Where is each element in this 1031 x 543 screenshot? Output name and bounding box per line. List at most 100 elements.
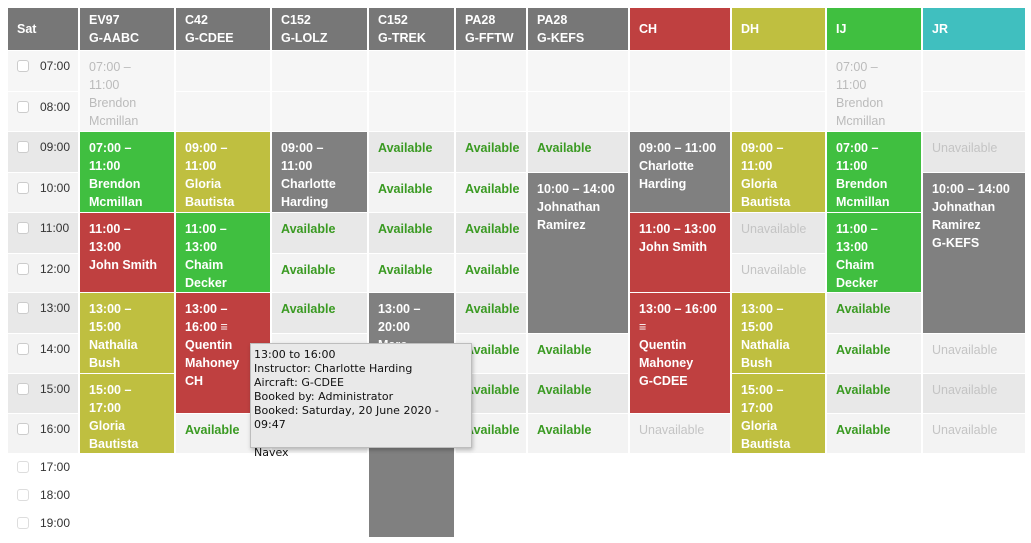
booking-block[interactable]: 09:00 – 11:00 Charlotte Harding [272,132,367,212]
empty-slot[interactable] [528,92,628,131]
time-slot-checkbox[interactable] [17,517,29,529]
available-slot[interactable]: Available [528,374,628,413]
empty-slot[interactable] [456,51,526,91]
cell-text: 11:00 – 13:00 [639,222,717,236]
empty-slot[interactable] [272,51,367,91]
booking-block[interactable]: 11:00 – 13:00 John Smith [630,213,730,292]
cell-text: 20:00 [378,320,410,334]
available-slot[interactable]: Available [456,213,526,253]
time-slot-checkbox[interactable] [17,461,29,473]
cell-text: 11:00 [89,159,121,173]
booking-block[interactable]: 11:00 – 13:00 John Smith [80,213,174,292]
available-slot[interactable]: Available [827,414,921,453]
booking-block[interactable]: 07:00 – 11:00 Brendon Mcmillan [827,132,921,212]
time-slot-checkbox[interactable] [17,383,29,395]
time-slot-checkbox[interactable] [17,222,29,234]
empty-slot[interactable] [272,92,367,131]
available-slot[interactable]: Available [369,254,454,292]
cell-text: Gloria [185,177,222,191]
available-slot[interactable]: Available [827,334,921,373]
available-slot[interactable]: Available [456,254,526,292]
booking-block[interactable]: 13:00 – 16:00 ≡ Quentin Mahoney G-CDEE [630,293,730,413]
empty-slot[interactable] [732,92,825,131]
resource-header[interactable]: C152 G-TREK [369,8,454,50]
resource-header-line: JR [932,22,948,36]
time-slot-row-label: 15:00 [8,374,78,413]
resource-header[interactable]: JR [923,8,1025,50]
time-label: 16:00 [40,422,71,436]
cell-text: John Smith [639,240,708,254]
empty-slot[interactable] [369,51,454,91]
booking-block[interactable]: 13:00 – 15:00 Nathalia Bush [80,293,174,373]
available-slot[interactable]: Available [528,414,628,453]
resource-header[interactable]: IJ [827,8,921,50]
time-slot-checkbox[interactable] [17,423,29,435]
time-slot-checkbox[interactable] [17,101,29,113]
empty-slot[interactable] [176,92,270,131]
available-slot[interactable]: Available [827,293,921,333]
booking-block[interactable]: 11:00 – 13:00 Chaim Decker [176,213,270,292]
unavailable-slot: Unavailable [630,414,730,453]
available-slot[interactable]: Available [272,254,367,292]
past-booking-block[interactable]: 07:00 – 11:00 Brendon Mcmillan [80,51,174,131]
time-slot-row-label: 10:00 [8,173,78,212]
time-label: 08:00 [40,100,71,114]
resource-header[interactable]: C152 G-LOLZ [272,8,367,50]
resource-header[interactable]: DH [732,8,825,50]
cell-text: 11:00 [89,78,120,92]
resource-header[interactable]: C42 G-CDEE [176,8,270,50]
resource-header[interactable]: PA28 G-FFTW [456,8,526,50]
booking-block[interactable]: 09:00 – 11:00 Charlotte Harding [630,132,730,212]
empty-slot[interactable] [456,92,526,131]
available-slot[interactable]: Available [827,374,921,413]
past-booking-block[interactable]: 07:00 – 11:00 Brendon Mcmillan [827,51,921,131]
resource-header-line: G-AABC [89,31,139,45]
booking-block[interactable]: 09:00 – 11:00 Gloria Bautista [176,132,270,212]
empty-slot[interactable] [630,51,730,91]
cell-text: 15:00 – [741,383,784,397]
empty-slot[interactable] [176,51,270,91]
time-slot-checkbox[interactable] [17,182,29,194]
time-slot-checkbox[interactable] [17,343,29,355]
resource-header[interactable]: EV97 G-AABC [80,8,174,50]
time-slot-row-label: 17:00 [8,454,78,481]
booking-block[interactable]: 10:00 – 14:00 Johnathan Ramirez [528,173,628,333]
empty-slot[interactable] [630,92,730,131]
cell-text: 11:00 – [836,222,878,236]
available-slot[interactable]: Available [369,213,454,253]
empty-slot[interactable] [369,92,454,131]
empty-slot[interactable] [923,92,1025,131]
time-label: 17:00 [40,460,71,474]
available-slot[interactable]: Available [456,132,526,172]
booking-block[interactable]: 15:00 – 17:00 Gloria Bautista [732,374,825,453]
booking-block[interactable]: 10:00 – 14:00 Johnathan Ramirez G-KEFS [923,173,1025,333]
time-slot-checkbox[interactable] [17,263,29,275]
time-slot-checkbox[interactable] [17,60,29,72]
available-slot[interactable]: Available [272,213,367,253]
unavailable-slot: Unavailable [732,254,825,292]
booking-block[interactable]: 11:00 – 13:00 Chaim Decker [827,213,921,292]
resource-header[interactable]: CH [630,8,730,50]
available-slot[interactable]: Available [456,293,526,333]
available-slot[interactable]: Available [272,293,367,333]
available-slot[interactable]: Available [528,334,628,373]
cell-text: Unavailable [932,423,998,437]
cell-text: 17:00 [741,401,773,415]
booking-block[interactable]: 15:00 – 17:00 Gloria Bautista [80,374,174,453]
available-slot[interactable]: Available [528,132,628,172]
empty-slot[interactable] [923,51,1025,91]
time-slot-checkbox[interactable] [17,489,29,501]
booking-block[interactable]: 13:00 – 15:00 Nathalia Bush [732,293,825,373]
empty-slot[interactable] [732,51,825,91]
time-slot-checkbox[interactable] [17,141,29,153]
empty-slot[interactable] [528,51,628,91]
time-slot-checkbox[interactable] [17,302,29,314]
resource-header[interactable]: PA28 G-KEFS [528,8,628,50]
cell-text: 07:00 – [89,141,132,155]
time-label: 07:00 [40,59,71,73]
booking-block[interactable]: 09:00 – 11:00 Gloria Bautista [732,132,825,212]
available-slot[interactable]: Available [369,132,454,172]
booking-block[interactable]: 07:00 – 11:00 Brendon Mcmillan [80,132,174,212]
available-slot[interactable]: Available [369,173,454,212]
available-slot[interactable]: Available [456,173,526,212]
